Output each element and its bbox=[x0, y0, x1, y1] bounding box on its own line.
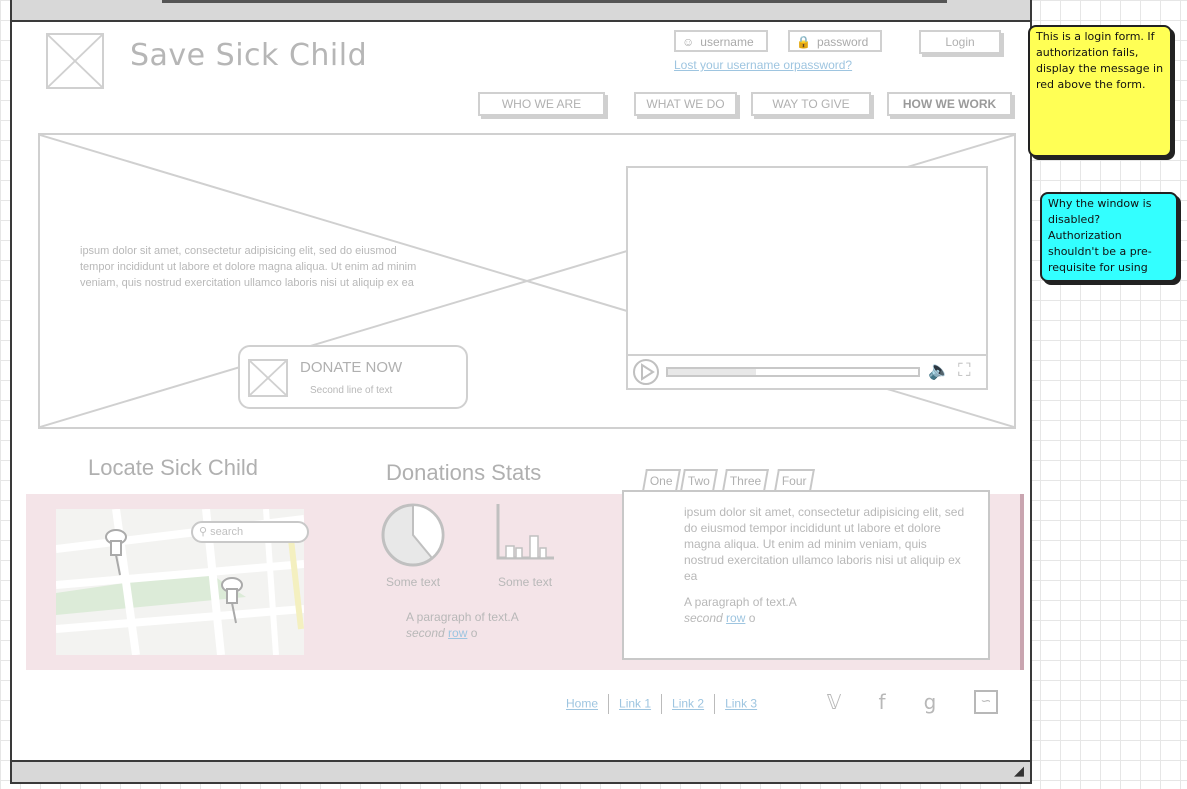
video-progress-fill bbox=[668, 369, 756, 375]
resize-grip-icon[interactable]: ◢ bbox=[1014, 764, 1024, 779]
footer-link-2[interactable]: Link 2 bbox=[672, 697, 704, 711]
video-player[interactable]: 🔈 ⛶ bbox=[626, 166, 988, 390]
play-icon[interactable] bbox=[631, 357, 661, 387]
username-placeholder: username bbox=[700, 35, 754, 49]
search-placeholder: search bbox=[210, 526, 244, 538]
stats-paragraph-second: second bbox=[406, 626, 445, 640]
donate-image bbox=[248, 359, 288, 397]
window-disabled-note: Why the window is disabled? Authorizatio… bbox=[1040, 192, 1178, 282]
tab-one[interactable]: One bbox=[642, 469, 681, 491]
pie-chart-icon bbox=[381, 503, 445, 567]
google-icon[interactable]: g bbox=[918, 690, 942, 714]
stats-paragraph-line1: A paragraph of text.A bbox=[406, 610, 519, 624]
footer-link-home[interactable]: Home bbox=[566, 697, 598, 711]
footer-link-3[interactable]: Link 3 bbox=[725, 697, 757, 711]
login-note: This is a login form. If authorization f… bbox=[1028, 25, 1172, 157]
stats-paragraph: A paragraph of text.A second row o bbox=[406, 609, 519, 641]
stats-caption-right: Some text bbox=[498, 575, 553, 589]
volume-icon[interactable]: 🔈 bbox=[928, 360, 950, 381]
donations-stats-title: Donations Stats bbox=[386, 460, 542, 485]
window-titlebar bbox=[10, 0, 1032, 22]
tab-paragraph-second: second bbox=[684, 611, 723, 625]
donate-sublabel: Second line of text bbox=[310, 385, 393, 396]
nav-what-we-do[interactable]: WHAT WE DO bbox=[634, 92, 737, 116]
footer-links: Home Link 1 Link 2 Link 3 bbox=[566, 694, 757, 714]
facebook-icon[interactable]: f bbox=[870, 690, 894, 714]
password-placeholder: password bbox=[816, 35, 869, 49]
hero-banner: ipsum dolor sit amet, consectetur adipis… bbox=[38, 133, 1016, 429]
lost-password-link[interactable]: Lost your username orpassword? bbox=[674, 58, 852, 72]
stats-paragraph-suffix: o bbox=[470, 626, 478, 640]
username-field[interactable]: ☺ username bbox=[674, 30, 768, 52]
stats-caption-left: Some text bbox=[386, 575, 441, 589]
tab-four[interactable]: Four bbox=[774, 469, 815, 491]
password-field[interactable]: 🔒 password bbox=[788, 30, 882, 52]
locate-title: Locate Sick Child bbox=[88, 455, 258, 480]
video-controls: 🔈 ⛶ bbox=[628, 354, 986, 388]
tab-paragraph-line1: A paragraph of text.A bbox=[684, 595, 797, 609]
window-statusbar: ◢ bbox=[10, 760, 1032, 784]
search-icon: ⚲ bbox=[199, 526, 208, 538]
browser-window: Save Sick Child ☺ username 🔒 password Logi… bbox=[10, 0, 1032, 784]
login-button[interactable]: Login bbox=[919, 30, 1001, 54]
tab-paragraph-suffix: o bbox=[748, 611, 756, 625]
site-title: Save Sick Child bbox=[130, 38, 368, 73]
nav-way-to-give[interactable]: WAY TO GIVE bbox=[751, 92, 871, 116]
map-pin-icon[interactable] bbox=[218, 575, 248, 625]
user-icon: ☺ bbox=[682, 35, 695, 49]
map-pin-icon[interactable] bbox=[102, 527, 132, 577]
stats-row-link[interactable]: row bbox=[448, 626, 467, 640]
tab-panel-text: ipsum dolor sit amet, consectetur adipis… bbox=[684, 505, 965, 583]
tab-row-link[interactable]: row bbox=[726, 611, 745, 625]
band-edge bbox=[1020, 494, 1024, 670]
fullscreen-icon[interactable]: ⛶ bbox=[958, 360, 971, 381]
nav-how-we-work[interactable]: HOW WE WORK bbox=[887, 92, 1012, 116]
bar-chart-icon bbox=[496, 504, 554, 560]
tab-three[interactable]: Three bbox=[722, 469, 770, 491]
rss-icon[interactable]: ∽ bbox=[974, 690, 998, 714]
footer-link-1[interactable]: Link 1 bbox=[619, 697, 651, 711]
tab-panel-paragraph: A paragraph of text.A second row o bbox=[684, 594, 797, 626]
donate-label: DONATE NOW bbox=[300, 359, 403, 376]
lock-icon: 🔒 bbox=[796, 35, 811, 49]
map-search-input[interactable]: ⚲ search bbox=[191, 521, 309, 543]
logo-image bbox=[46, 33, 104, 89]
twitter-icon[interactable]: 𝕍 bbox=[822, 690, 846, 714]
hero-text: ipsum dolor sit amet, consectetur adipis… bbox=[80, 245, 417, 289]
video-progress-bar[interactable] bbox=[666, 367, 920, 377]
tab-two[interactable]: Two bbox=[680, 469, 718, 491]
tab-panel: ipsum dolor sit amet, consectetur adipis… bbox=[622, 490, 990, 660]
nav-who-we-are[interactable]: WHO WE ARE bbox=[478, 92, 605, 116]
donate-now-button[interactable]: DONATE NOW Second line of text bbox=[238, 345, 468, 409]
